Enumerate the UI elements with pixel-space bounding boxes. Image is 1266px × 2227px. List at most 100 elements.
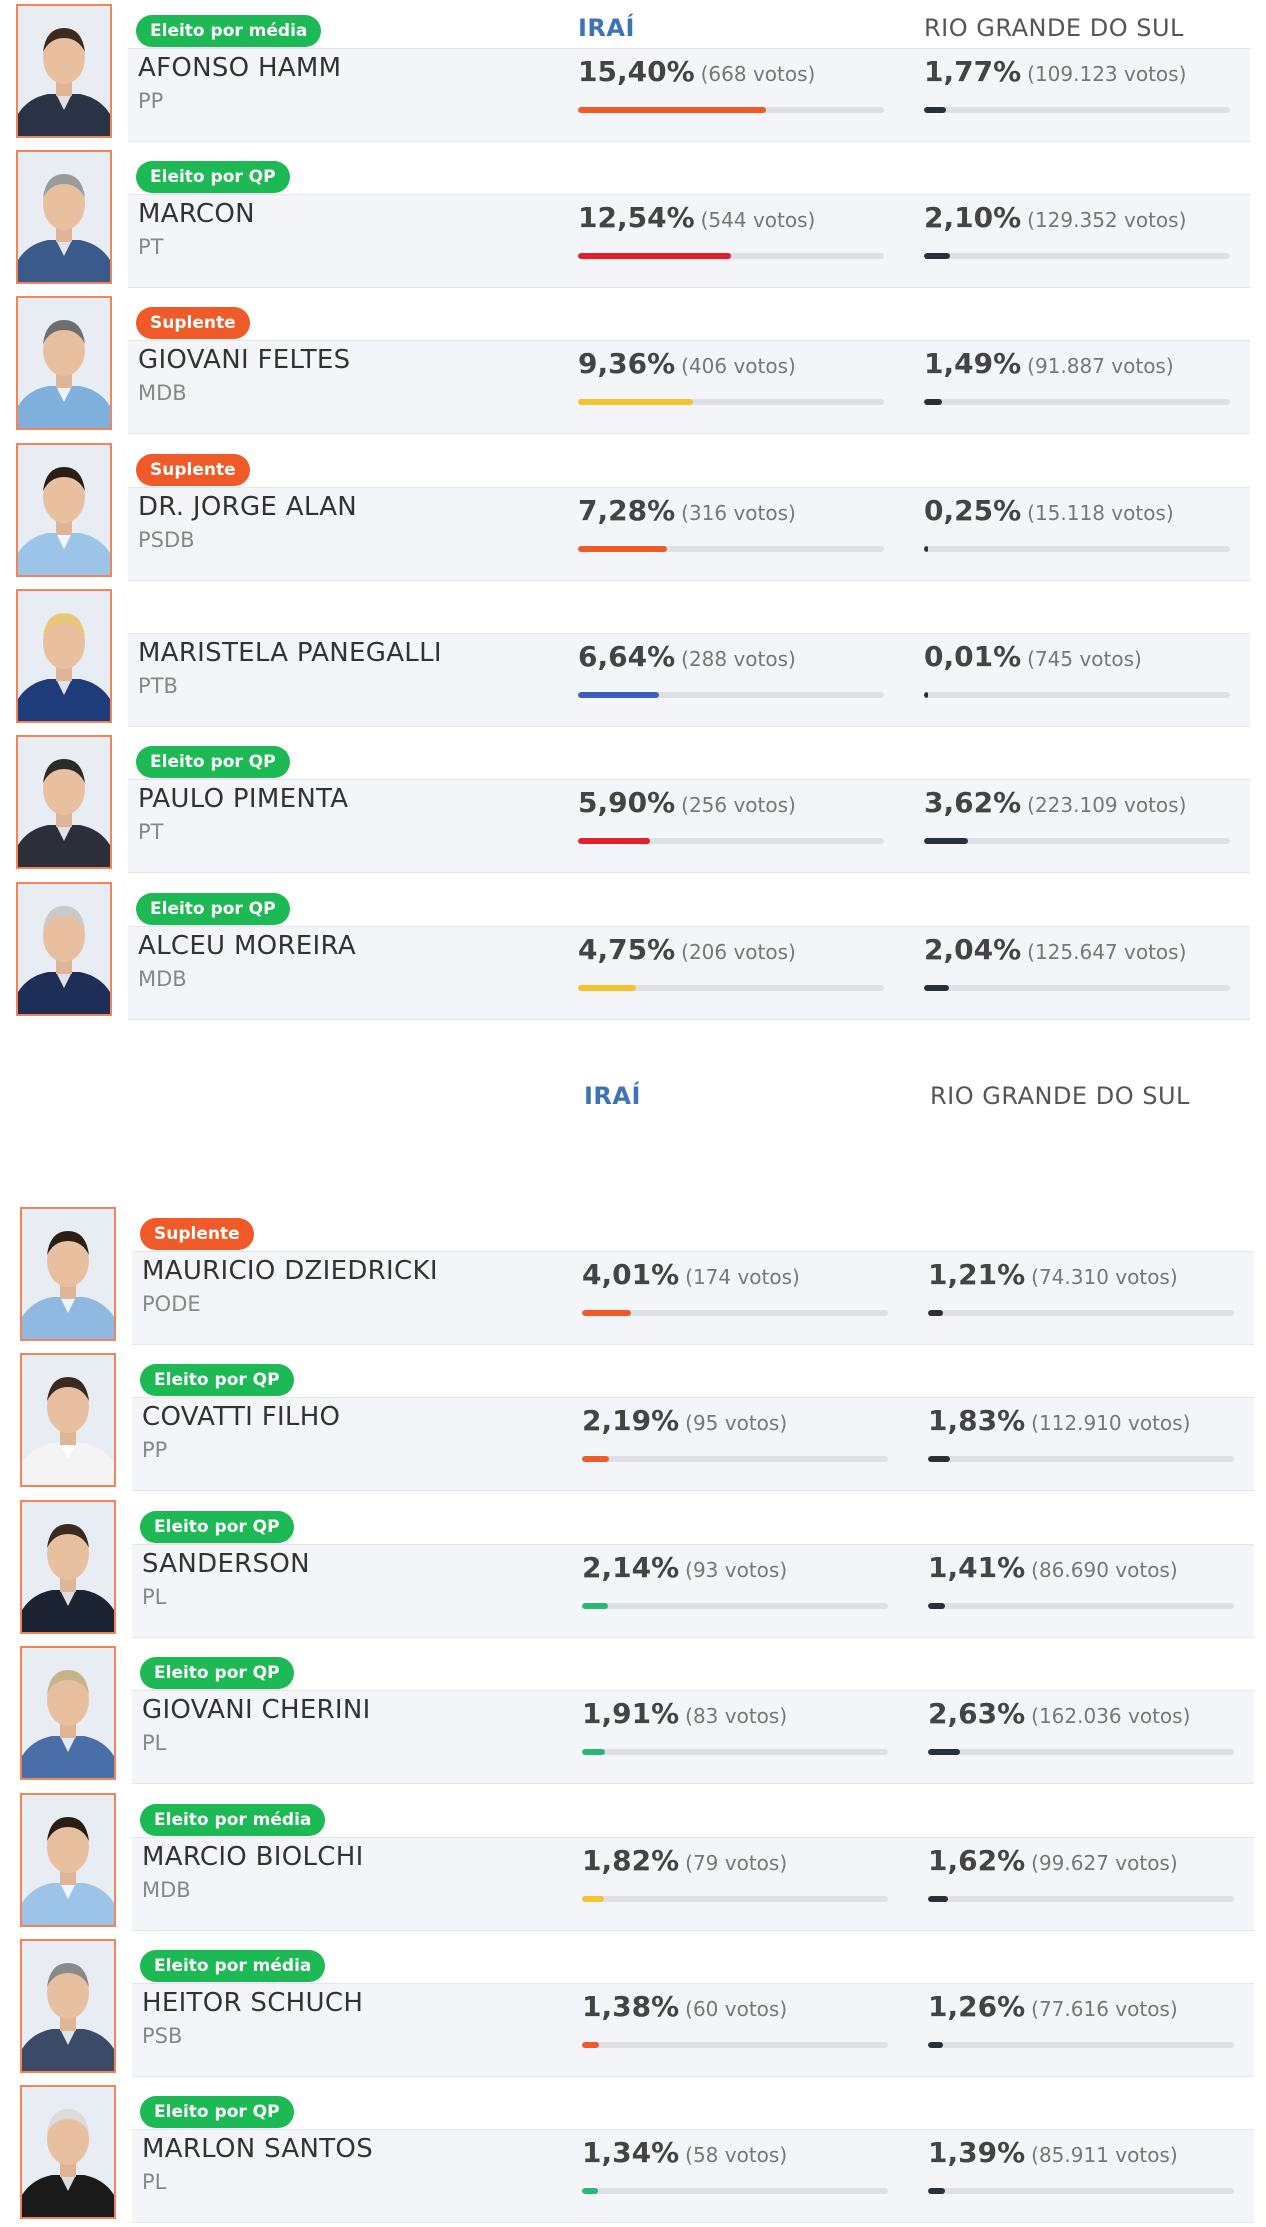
irai-vote-count: (95 votos) (685, 1411, 788, 1435)
candidate-row[interactable]: Eleito por QP GIOVANI CHERINI PL 1,91% (83 v… (0, 1642, 1266, 1788)
candidate-row[interactable]: MARISTELA PANEGALLI PTB 6,64% (288 votos) 0,… (0, 585, 1266, 731)
candidate-card: Eleito por QP SANDERSON PL 2,14% (93 votos) 1… (132, 1511, 1254, 1638)
rs-percentage-value: 0,01% (924, 640, 1022, 673)
status-badge: Eleito por QP (140, 1657, 294, 1689)
candidate-party: PODE (142, 1292, 201, 1316)
candidate-card: Eleito por QP COVATTI FILHO PP 2,19% (95 vot… (132, 1364, 1254, 1491)
candidate-party: PSB (142, 2024, 183, 2048)
status-badge: Suplente (140, 1218, 254, 1250)
irai-progress-fill (582, 1896, 604, 1902)
irai-vote-count: (544 votos) (700, 208, 816, 232)
irai-percentage: 2,19% (95 votos) (582, 1404, 787, 1437)
irai-vote-count: (60 votos) (685, 1997, 788, 2021)
candidate-party: PL (142, 2170, 167, 2194)
candidate-row[interactable]: Eleito por média HEITOR SCHUCH PSB 1,38% (60… (0, 1935, 1266, 2081)
irai-percentage-value: 2,19% (582, 1404, 680, 1437)
candidate-card: Eleito por média MARCIO BIOLCHI MDB 1,82% (7… (132, 1804, 1254, 1931)
irai-progress-fill (578, 253, 731, 259)
candidate-card: MARISTELA PANEGALLI PTB 6,64% (288 votos) 0,… (128, 633, 1250, 727)
irai-percentage: 12,54% (544 votos) (578, 201, 815, 234)
irai-progress-bar (582, 2188, 888, 2194)
candidate-row[interactable]: Eleito por QP PAULO PIMENTA PT 5,90% (256 vo… (0, 731, 1266, 877)
candidate-name: ALCEU MOREIRA (138, 931, 356, 961)
candidate-name: MARISTELA PANEGALLI (138, 638, 442, 668)
candidate-row[interactable]: Eleito por QP MARLON SANTOS PL 1,34% (58 vot… (0, 2081, 1266, 2227)
irai-progress-fill (582, 2042, 599, 2048)
candidate-row[interactable]: Suplente DR. JORGE ALAN PSDB 7,28% (316 voto… (0, 439, 1266, 585)
irai-progress-bar (578, 253, 884, 259)
irai-percentage: 4,75% (206 votos) (578, 933, 796, 966)
rs-percentage: 2,63% (162.036 votos) (928, 1697, 1190, 1730)
candidate-name: MAURICIO DZIEDRICKI (142, 1256, 438, 1286)
status-badge: Suplente (136, 454, 250, 486)
rs-progress-fill (928, 1456, 950, 1462)
candidate-row[interactable]: Eleito por QP MARCON PT 12,54% (544 votos) 2,… (0, 146, 1266, 292)
irai-progress-bar (578, 838, 884, 844)
rs-vote-count: (109.123 votos) (1027, 62, 1187, 86)
irai-percentage-value: 4,01% (582, 1258, 680, 1291)
rs-percentage: 0,25% (15.118 votos) (924, 494, 1174, 527)
rs-percentage-value: 3,62% (924, 786, 1022, 819)
candidate-photo (20, 2085, 116, 2219)
rs-vote-count: (86.690 votos) (1031, 1558, 1178, 1582)
candidate-name: DR. JORGE ALAN (138, 492, 358, 522)
rs-progress-fill (928, 2042, 943, 2048)
candidate-card: Eleito por QP PAULO PIMENTA PT 5,90% (256 vo… (128, 746, 1250, 873)
candidate-row[interactable]: Eleito por QP ALCEU MOREIRA MDB 4,75% (206 v… (0, 878, 1266, 1024)
candidate-row[interactable]: Eleito por QP COVATTI FILHO PP 2,19% (95 vot… (0, 1349, 1266, 1495)
rs-percentage: 1,26% (77.616 votos) (928, 1990, 1178, 2023)
status-badge: Eleito por QP (136, 893, 290, 925)
irai-progress-fill (578, 692, 659, 698)
candidate-photo (16, 443, 112, 577)
candidate-party: PP (138, 89, 164, 113)
irai-progress-bar (582, 1896, 888, 1902)
candidate-party: PTB (138, 674, 178, 698)
rs-vote-count: (99.627 votos) (1031, 1851, 1178, 1875)
rs-progress-bar (924, 107, 1230, 113)
candidate-photo (20, 1939, 116, 2073)
rs-progress-bar (924, 838, 1230, 844)
irai-vote-count: (668 votos) (700, 62, 816, 86)
irai-percentage: 9,36% (406 votos) (578, 347, 796, 380)
rs-percentage: 1,39% (85.911 votos) (928, 2136, 1178, 2169)
rs-progress-fill (928, 1896, 948, 1902)
candidate-row[interactable]: Suplente MAURICIO DZIEDRICKI PODE 4,01% (174… (0, 1203, 1266, 1349)
rs-percentage: 2,10% (129.352 votos) (924, 201, 1186, 234)
rs-percentage-value: 1,26% (928, 1990, 1026, 2023)
candidate-party: PSDB (138, 528, 195, 552)
candidate-row[interactable]: Eleito por média MARCIO BIOLCHI MDB 1,82% (7… (0, 1789, 1266, 1935)
rs-vote-count: (15.118 votos) (1027, 501, 1174, 525)
candidate-row[interactable]: Eleito por média AFONSO HAMM PP 15,40% (668 … (0, 0, 1266, 146)
rs-progress-fill (928, 2188, 945, 2194)
rs-percentage-value: 1,83% (928, 1404, 1026, 1437)
irai-vote-count: (83 votos) (685, 1704, 788, 1728)
rs-vote-count: (745 votos) (1027, 647, 1142, 671)
rs-percentage: 1,49% (91.887 votos) (924, 347, 1174, 380)
irai-percentage: 5,90% (256 votos) (578, 786, 796, 819)
rs-progress-fill (924, 107, 946, 113)
rs-progress-fill (928, 1603, 945, 1609)
candidate-party: MDB (138, 381, 187, 405)
irai-percentage-value: 2,14% (582, 1551, 680, 1584)
irai-percentage: 1,91% (83 votos) (582, 1697, 787, 1730)
irai-progress-bar (578, 107, 884, 113)
candidate-card: Suplente GIOVANI FELTES MDB 9,36% (406 votos… (128, 307, 1250, 434)
rs-progress-fill (924, 546, 928, 552)
rs-percentage: 3,62% (223.109 votos) (924, 786, 1186, 819)
candidate-card: Suplente DR. JORGE ALAN PSDB 7,28% (316 voto… (128, 454, 1250, 581)
rs-progress-bar (924, 546, 1230, 552)
status-badge: Eleito por QP (136, 746, 290, 778)
candidate-card: Suplente MAURICIO DZIEDRICKI PODE 4,01% (174… (132, 1218, 1254, 1345)
rs-percentage-value: 0,25% (924, 494, 1022, 527)
candidate-photo (16, 4, 112, 138)
candidate-row[interactable]: Suplente GIOVANI FELTES MDB 9,36% (406 votos… (0, 292, 1266, 438)
candidate-name: GIOVANI CHERINI (142, 1695, 371, 1725)
irai-progress-fill (582, 1749, 605, 1755)
candidate-row[interactable]: Eleito por QP SANDERSON PL 2,14% (93 votos) 1… (0, 1496, 1266, 1642)
rs-vote-count: (85.911 votos) (1031, 2143, 1178, 2167)
rs-progress-fill (924, 692, 928, 698)
rs-vote-count: (125.647 votos) (1027, 940, 1187, 964)
candidate-photo (16, 882, 112, 1016)
irai-progress-bar (578, 546, 884, 552)
candidate-name: GIOVANI FELTES (138, 345, 351, 375)
